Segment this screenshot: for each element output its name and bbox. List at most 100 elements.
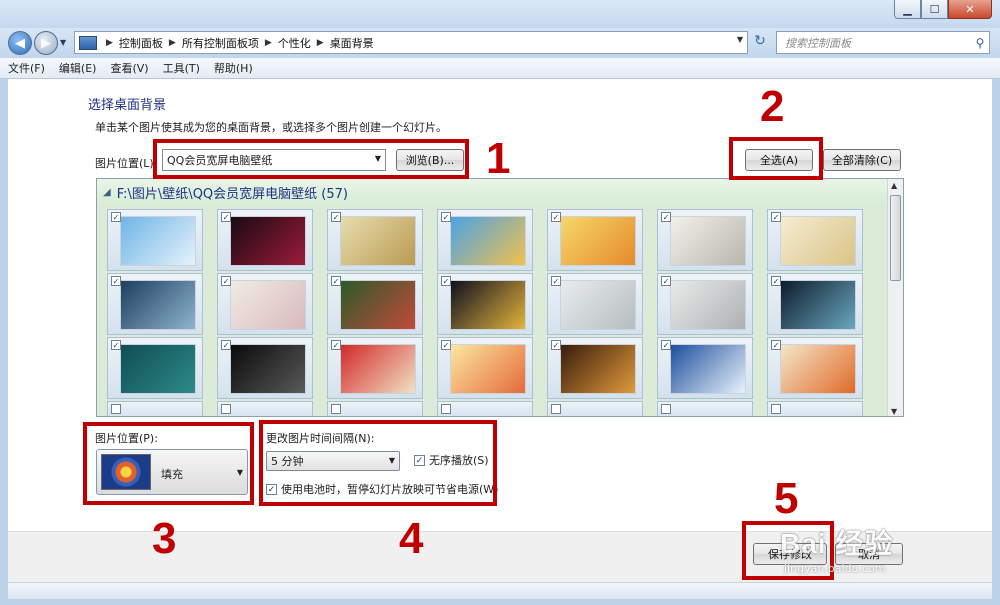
scroll-down-icon[interactable]: ▼	[891, 407, 897, 416]
wallpaper-thumbnail[interactable]	[107, 401, 203, 416]
arrow-right-icon: ▶	[41, 35, 51, 51]
address-bar[interactable]: ▶ 控制面板 ▶ 所有控制面板项 ▶ 个性化 ▶ 桌面背景 ▼	[74, 31, 748, 54]
wallpaper-thumbnail[interactable]: ✓	[107, 273, 203, 335]
wallpaper-thumbnail[interactable]: ✓	[217, 209, 313, 271]
breadcrumb-item[interactable]: 个性化	[278, 35, 311, 51]
breadcrumb-item[interactable]: 控制面板	[119, 35, 163, 51]
wallpaper-thumbnail[interactable]: ✓	[547, 209, 643, 271]
wallpaper-preview-image	[560, 344, 636, 394]
thumbnail-checkbox[interactable]: ✓	[111, 276, 121, 286]
thumbnail-checkbox[interactable]	[221, 404, 231, 414]
breadcrumb-item[interactable]: 桌面背景	[330, 35, 374, 51]
breadcrumb-chevron-icon[interactable]: ▶	[106, 38, 113, 48]
menu-bar: 文件(F) 编辑(E) 查看(V) 工具(T) 帮助(H)	[0, 58, 1000, 79]
wallpaper-thumbnail[interactable]: ✓	[327, 337, 423, 399]
wallpaper-thumbnail[interactable]	[547, 401, 643, 416]
wallpaper-thumbnail[interactable]: ✓	[547, 273, 643, 335]
forward-button[interactable]: ▶	[34, 31, 58, 55]
collapse-arrow-icon[interactable]: ◢	[103, 187, 111, 198]
thumbnail-checkbox[interactable]: ✓	[221, 340, 231, 350]
wallpaper-thumbnail[interactable]: ✓	[217, 337, 313, 399]
back-button[interactable]: ◀	[8, 31, 32, 55]
wallpaper-preview-image	[120, 216, 196, 266]
wallpaper-preview-image	[450, 280, 526, 330]
thumbnail-checkbox[interactable]	[771, 404, 781, 414]
wallpaper-thumbnail[interactable]: ✓	[767, 209, 863, 271]
thumbnail-checkbox[interactable]: ✓	[111, 340, 121, 350]
wallpaper-thumbnail[interactable]: ✓	[767, 337, 863, 399]
baidu-watermark: Bai 经验 jingyan.baidu.com	[770, 518, 950, 578]
annotation-number-1: 1	[486, 134, 511, 183]
thumbnail-checkbox[interactable]: ✓	[331, 340, 341, 350]
thumbnail-checkbox[interactable]: ✓	[551, 212, 561, 222]
wallpaper-thumbnail[interactable]: ✓	[327, 209, 423, 271]
wallpaper-thumbnail[interactable]	[767, 401, 863, 416]
thumbnail-checkbox[interactable]: ✓	[111, 212, 121, 222]
thumbnail-checkbox[interactable]: ✓	[771, 340, 781, 350]
minimize-icon[interactable]: ▁	[894, 0, 921, 19]
wallpaper-thumbnail[interactable]: ✓	[437, 209, 533, 271]
wallpaper-preview-image	[230, 280, 306, 330]
breadcrumb-item[interactable]: 所有控制面板项	[182, 35, 259, 51]
thumbnail-checkbox[interactable]: ✓	[441, 276, 451, 286]
thumbnail-checkbox[interactable]: ✓	[661, 276, 671, 286]
thumbnail-checkbox[interactable]: ✓	[221, 212, 231, 222]
close-icon[interactable]: ✕	[948, 0, 992, 19]
gallery-scrollbar[interactable]: ▲ ▼	[887, 179, 903, 416]
wallpaper-thumbnail[interactable]	[217, 401, 313, 416]
refresh-icon[interactable]: ↻	[750, 33, 770, 53]
maximize-icon[interactable]: ☐	[921, 0, 948, 19]
wallpaper-thumbnail[interactable]: ✓	[327, 273, 423, 335]
wallpaper-thumbnail[interactable]: ✓	[767, 273, 863, 335]
gallery-body: ✓ ✓ ✓ ✓ ✓ ✓ ✓ ✓ ✓ ✓ ✓ ✓ ✓ ✓ ✓ ✓ ✓ ✓ ✓ ✓ ✓	[97, 205, 889, 416]
thumbnail-checkbox[interactable]: ✓	[331, 212, 341, 222]
wallpaper-thumbnail[interactable]: ✓	[547, 337, 643, 399]
watermark-logo: Bai 经验	[780, 528, 894, 559]
search-input[interactable]: 搜索控制面板	[777, 35, 971, 51]
wallpaper-thumbnail[interactable]: ✓	[107, 209, 203, 271]
page-title: 选择桌面背景	[88, 98, 167, 113]
thumbnail-checkbox[interactable]: ✓	[221, 276, 231, 286]
scroll-up-icon[interactable]: ▲	[891, 181, 897, 190]
menu-view[interactable]: 查看(V)	[110, 60, 148, 76]
search-box[interactable]: 搜索控制面板 ⚲	[776, 31, 990, 54]
thumbnail-checkbox[interactable]	[111, 404, 121, 414]
wallpaper-thumbnail[interactable]: ✓	[437, 273, 533, 335]
menu-help[interactable]: 帮助(H)	[214, 60, 253, 76]
thumbnail-checkbox[interactable]: ✓	[551, 340, 561, 350]
recent-pages-dropdown-icon[interactable]: ▼	[60, 38, 66, 47]
wallpaper-thumbnail[interactable]: ✓	[107, 337, 203, 399]
thumbnail-checkbox[interactable]: ✓	[661, 212, 671, 222]
wallpaper-thumbnail[interactable]: ✓	[217, 273, 313, 335]
thumbnail-checkbox[interactable]: ✓	[441, 212, 451, 222]
wallpaper-thumbnail[interactable]: ✓	[657, 337, 753, 399]
wallpaper-thumbnail[interactable]: ✓	[657, 209, 753, 271]
menu-file[interactable]: 文件(F)	[8, 60, 45, 76]
thumbnail-checkbox[interactable]	[661, 404, 671, 414]
wallpaper-thumbnail[interactable]	[657, 401, 753, 416]
clear-all-button[interactable]: 全部清除(C)	[823, 149, 901, 171]
thumbnail-checkbox[interactable]: ✓	[771, 276, 781, 286]
thumbnail-checkbox[interactable]: ✓	[661, 340, 671, 350]
thumbnail-checkbox[interactable]: ✓	[331, 276, 341, 286]
address-dropdown-icon[interactable]: ▼	[737, 35, 743, 44]
thumbnail-checkbox[interactable]	[331, 404, 341, 414]
thumbnail-checkbox[interactable]	[441, 404, 451, 414]
wallpaper-thumbnail[interactable]: ✓	[657, 273, 753, 335]
thumbnail-checkbox[interactable]: ✓	[771, 212, 781, 222]
menu-edit[interactable]: 编辑(E)	[59, 60, 97, 76]
wallpaper-preview-image	[560, 216, 636, 266]
thumbnail-checkbox[interactable]	[551, 404, 561, 414]
wallpaper-thumbnail[interactable]: ✓	[437, 337, 533, 399]
scrollbar-thumb[interactable]	[890, 195, 901, 281]
thumbnail-checkbox[interactable]: ✓	[551, 276, 561, 286]
search-icon[interactable]: ⚲	[971, 36, 989, 50]
breadcrumb-chevron-icon[interactable]: ▶	[317, 38, 324, 48]
breadcrumb-chevron-icon[interactable]: ▶	[265, 38, 272, 48]
wallpaper-preview-image	[780, 280, 856, 330]
menu-tools[interactable]: 工具(T)	[163, 60, 200, 76]
wallpaper-thumbnail[interactable]	[437, 401, 533, 416]
thumbnail-checkbox[interactable]: ✓	[441, 340, 451, 350]
breadcrumb-chevron-icon[interactable]: ▶	[169, 38, 176, 48]
wallpaper-thumbnail[interactable]	[327, 401, 423, 416]
